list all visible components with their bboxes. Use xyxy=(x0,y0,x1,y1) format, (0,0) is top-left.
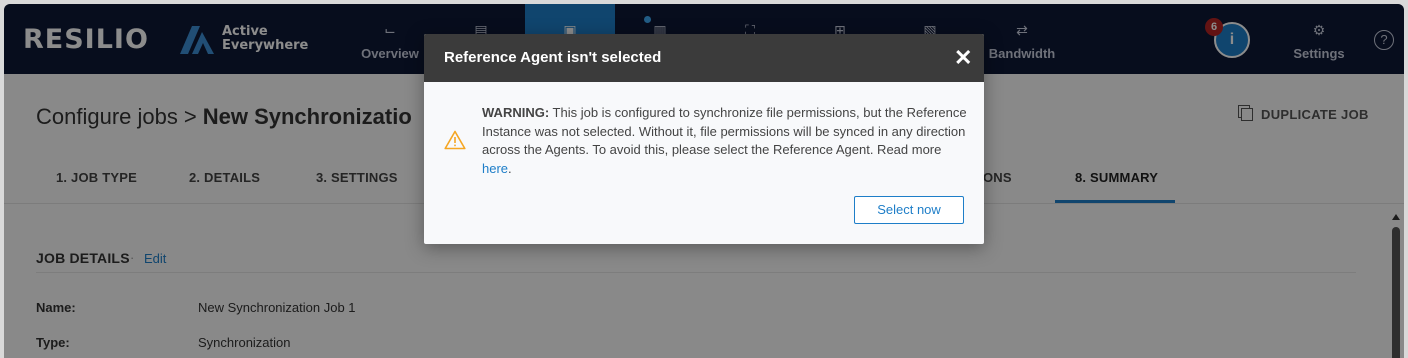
app-window: RESILIO Active Everywhere ⌙ Overview ▤ ▣… xyxy=(4,4,1404,358)
warning-body: This job is configured to synchronize fi… xyxy=(482,105,967,157)
reference-agent-dialog: Reference Agent isn't selected ✕ WARNING… xyxy=(424,34,984,244)
warning-icon xyxy=(444,130,466,150)
warning-lead: WARNING: xyxy=(482,105,550,120)
dialog-message: WARNING: This job is configured to synch… xyxy=(482,104,967,178)
dialog-header: Reference Agent isn't selected ✕ xyxy=(424,34,984,82)
dialog-title: Reference Agent isn't selected xyxy=(444,49,662,66)
close-icon[interactable]: ✕ xyxy=(954,47,972,69)
select-now-button[interactable]: Select now xyxy=(854,196,964,224)
warning-trailing: . xyxy=(508,160,512,176)
read-more-link[interactable]: here xyxy=(482,161,508,176)
